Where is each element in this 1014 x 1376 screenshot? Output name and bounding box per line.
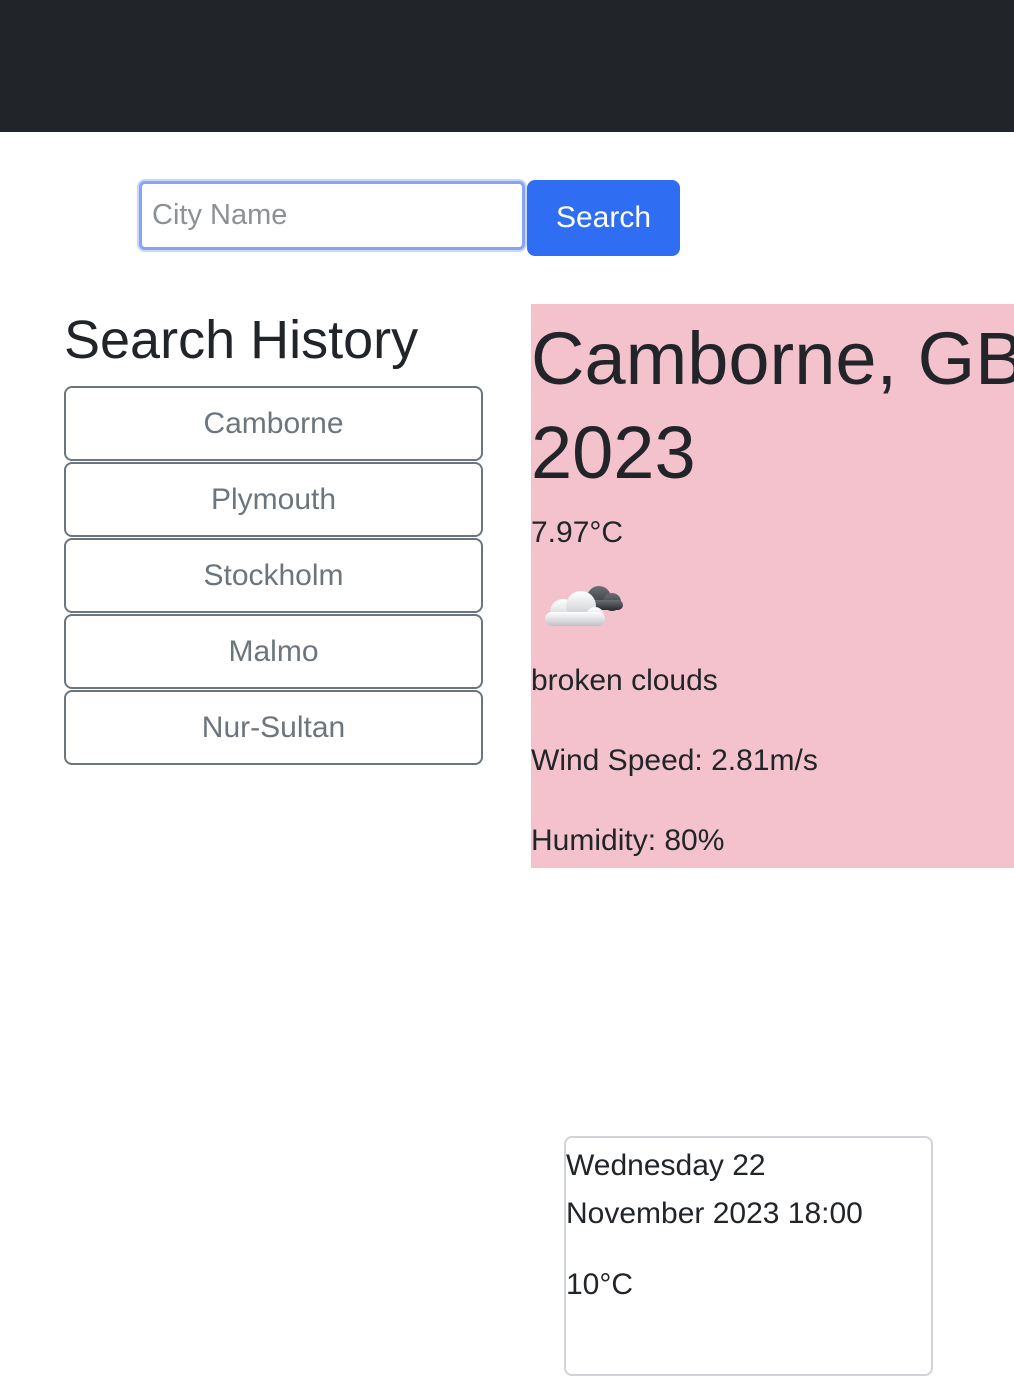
current-weather-panel: Camborne, GB November 2023 7.97°C broken…: [531, 304, 1014, 868]
history-item-camborne[interactable]: Camborne: [64, 386, 483, 461]
forecast-date: Wednesday 22 November 2023 18:00: [566, 1149, 863, 1230]
broken-clouds-icon: [545, 586, 623, 626]
navbar: [0, 0, 1014, 132]
forecast-card: Wednesday 22 November 2023 18:00 10°C: [564, 1136, 933, 1376]
search-button[interactable]: Search: [527, 180, 680, 256]
current-temperature: 7.97°C: [531, 516, 624, 549]
city-date-heading: Camborne, GB November 2023: [531, 317, 1014, 494]
wind-speed: Wind Speed: 2.81m/s: [531, 744, 818, 777]
history-item-malmo[interactable]: Malmo: [64, 614, 483, 689]
humidity: Humidity: 80%: [531, 824, 725, 857]
weather-description: broken clouds: [531, 664, 718, 697]
history-item-plymouth[interactable]: Plymouth: [64, 462, 483, 537]
forecast-temperature: 10°C: [566, 1268, 634, 1301]
city-search-input[interactable]: [139, 181, 525, 250]
search-history-title: Search History: [64, 310, 419, 370]
history-item-nur-sultan[interactable]: Nur-Sultan: [64, 690, 483, 765]
search-history-list: Camborne Plymouth Stockholm Malmo Nur-Su…: [64, 386, 483, 766]
history-item-stockholm[interactable]: Stockholm: [64, 538, 483, 613]
